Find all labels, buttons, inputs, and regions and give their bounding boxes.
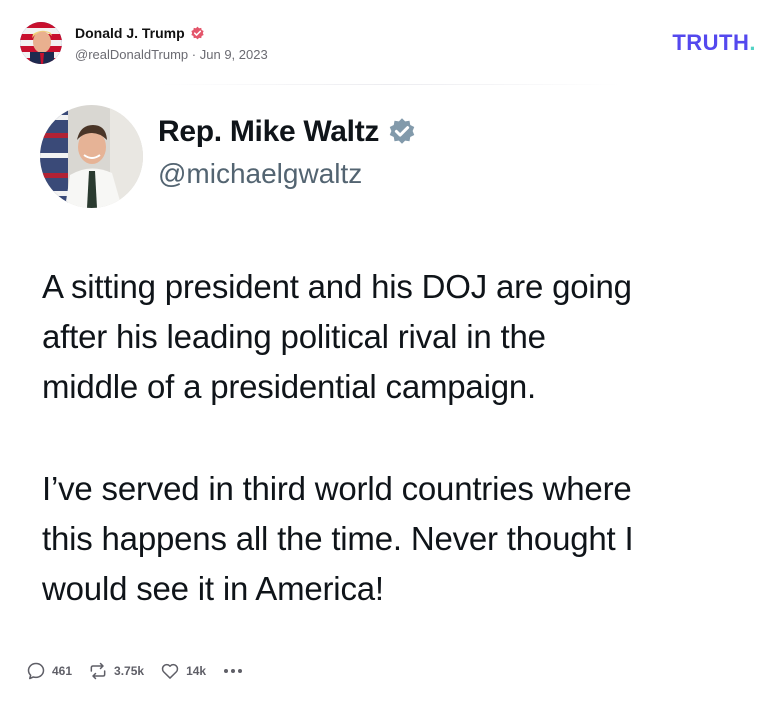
verified-badge-icon	[389, 118, 415, 144]
verified-badge-icon	[191, 26, 204, 39]
embed-text-line: A sitting president and his DOJ are goin…	[42, 268, 632, 305]
divider	[160, 84, 620, 85]
reply-count: 461	[52, 664, 73, 678]
post-date[interactable]: Jun 9, 2023	[200, 47, 268, 62]
more-dot	[231, 669, 236, 673]
retruth-button[interactable]: 3.75k	[88, 661, 144, 681]
logo-text: TRUTH	[672, 30, 750, 55]
post-actions: 461 3.75k 14k	[26, 660, 243, 682]
retruth-icon	[90, 662, 106, 680]
author-avatar[interactable]	[20, 22, 62, 64]
embed-text-line: I’ve served in third world countries whe…	[42, 470, 632, 507]
author-name[interactable]: Donald J. Trump	[75, 25, 185, 41]
logo-dot: .	[749, 30, 756, 55]
embed-author-handle: @michaelgwaltz	[158, 158, 363, 189]
truth-logo[interactable]: TRUTH.	[672, 30, 756, 56]
author-handle[interactable]: @realDonaldTrump	[75, 47, 188, 62]
embed-avatar	[40, 105, 143, 208]
retruth-count: 3.75k	[114, 664, 145, 678]
embed-paragraph: A sitting president and his DOJ are goin…	[42, 262, 752, 412]
heart-icon	[161, 663, 179, 679]
embed-text-line: would see it in America!	[42, 570, 384, 607]
embed-text-line: after his leading political rival in the	[42, 318, 546, 355]
embed-paragraph: I’ve served in third world countries whe…	[42, 464, 752, 614]
post-header: Donald J. Trump @realDonaldTrump · Jun 9…	[20, 20, 760, 66]
more-dot	[238, 669, 243, 673]
embed-author-name: Rep. Mike Waltz	[158, 115, 380, 148]
embedded-post-image[interactable]: Rep. Mike Waltz @michaelgwaltz A sitting…	[0, 100, 777, 620]
author-name-row: Donald J. Trump	[75, 25, 205, 41]
like-button[interactable]: 14k	[160, 661, 206, 681]
more-dot	[224, 669, 229, 673]
reply-icon	[27, 662, 45, 680]
meta-separator: ·	[191, 47, 197, 62]
author-meta: @realDonaldTrump · Jun 9, 2023	[75, 47, 268, 62]
embed-text-line: this happens all the time. Never thought…	[42, 520, 634, 557]
more-icon[interactable]	[224, 669, 243, 673]
like-count: 14k	[186, 664, 207, 678]
reply-button[interactable]: 461	[26, 661, 72, 681]
embed-name-row: Rep. Mike Waltz	[158, 115, 417, 149]
embed-text-line: middle of a presidential campaign.	[42, 368, 536, 405]
